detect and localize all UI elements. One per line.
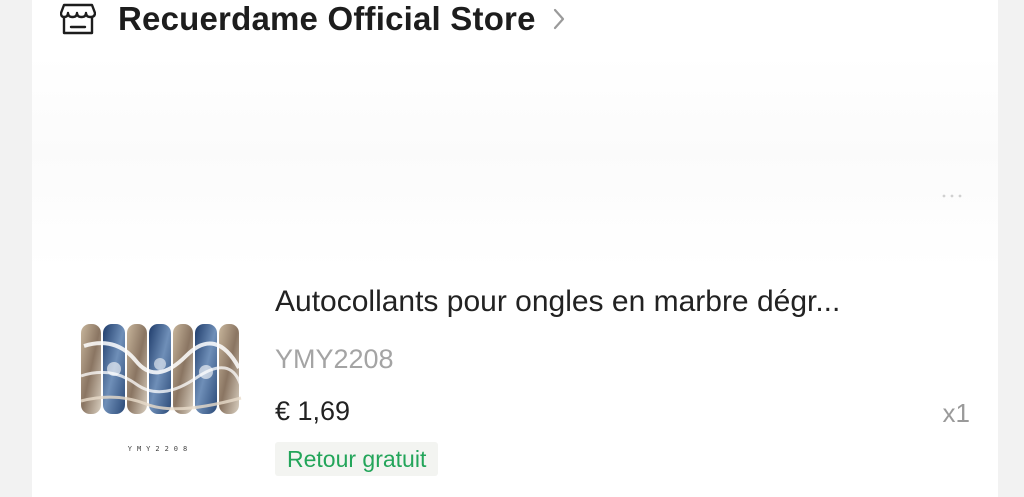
free-return-badge: Retour gratuit	[275, 442, 439, 476]
thumbnail-code: YMY2208	[127, 445, 193, 453]
product-title[interactable]: Autocollants pour ongles en marbre dégr.…	[275, 285, 975, 319]
store-header[interactable]: Recuerdame Official Store	[60, 0, 568, 38]
product-sku: YMY2208	[275, 344, 394, 374]
product-price: € 1,69	[275, 396, 351, 426]
product-thumbnail[interactable]: YMY2208	[76, 306, 244, 468]
ellipsis-icon	[942, 194, 962, 198]
blurred-region	[32, 55, 998, 270]
chevron-right-icon[interactable]	[552, 7, 568, 31]
store-icon	[60, 1, 98, 37]
order-card: Recuerdame Official Store YMY2208 Autoco…	[32, 0, 998, 497]
product-quantity: x1	[942, 398, 970, 428]
store-name[interactable]: Recuerdame Official Store	[118, 0, 536, 38]
nail-sticker-image	[80, 324, 243, 414]
